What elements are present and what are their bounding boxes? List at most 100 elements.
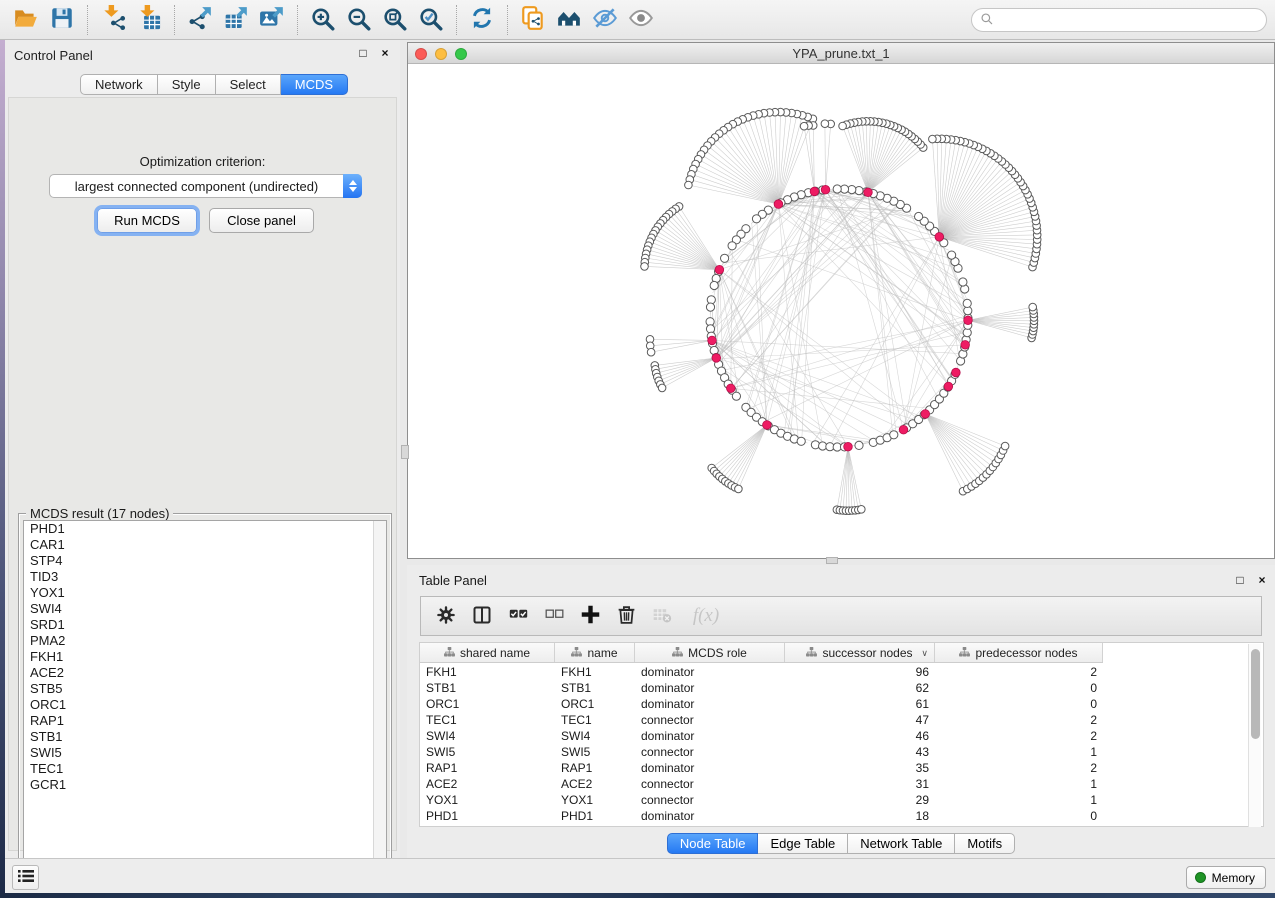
delete-row-button[interactable] <box>611 601 641 631</box>
search-field[interactable] <box>971 8 1267 32</box>
column-header-name[interactable]: name <box>555 643 635 662</box>
zoom-fit-button[interactable] <box>377 3 413 37</box>
memory-label: Memory <box>1212 871 1255 885</box>
table-row[interactable]: FKH1FKH1dominator962 <box>420 664 1263 680</box>
column-label: name <box>587 646 617 660</box>
mcds-result-item[interactable]: GCR1 <box>24 777 386 793</box>
table-row[interactable]: SWI5SWI5connector431 <box>420 744 1263 760</box>
table-panel-float-button[interactable]: □ <box>1233 573 1247 587</box>
open-file-button[interactable] <box>8 3 44 37</box>
column-header-shared-name[interactable]: shared name <box>420 643 555 662</box>
mcds-result-item[interactable]: SRD1 <box>24 617 386 633</box>
network-graph[interactable] <box>408 64 1274 558</box>
mcds-result-item[interactable]: FKH1 <box>24 649 386 665</box>
table-scrollbar[interactable] <box>1248 644 1261 827</box>
mcds-result-item[interactable]: PMA2 <box>24 633 386 649</box>
tab-node-table[interactable]: Node Table <box>667 833 759 854</box>
cell-MCDS-role: dominator <box>635 760 785 776</box>
hide-selected-button[interactable] <box>587 3 623 37</box>
cell-MCDS-role: connector <box>635 712 785 728</box>
table-scrollbar-thumb[interactable] <box>1251 649 1260 739</box>
table-row[interactable]: ORC1ORC1dominator610 <box>420 696 1263 712</box>
mcds-result-item[interactable]: STP4 <box>24 553 386 569</box>
mcds-result-item[interactable]: YOX1 <box>24 585 386 601</box>
select-all-button[interactable] <box>503 601 533 631</box>
save-session-button[interactable] <box>44 3 80 37</box>
select-stepper-icon <box>343 174 362 198</box>
mcds-result-item[interactable]: RAP1 <box>24 713 386 729</box>
mcds-result-item[interactable]: STB1 <box>24 729 386 745</box>
settings-gear-button[interactable] <box>431 601 461 631</box>
import-table-icon <box>136 5 162 34</box>
column-label: successor nodes <box>822 646 912 660</box>
save-session-icon <box>49 5 75 34</box>
horizontal-splitter-handle[interactable] <box>826 557 838 564</box>
mcds-result-item[interactable]: STB5 <box>24 681 386 697</box>
window-maximize-button[interactable] <box>455 48 467 60</box>
zoom-out-icon <box>346 5 372 34</box>
mcds-result-item[interactable]: TID3 <box>24 569 386 585</box>
mcds-result-item[interactable]: TEC1 <box>24 761 386 777</box>
table-row[interactable]: YOX1YOX1connector291 <box>420 792 1263 808</box>
mcds-list-scrollbar[interactable] <box>373 521 386 875</box>
mcds-result-item[interactable]: SWI5 <box>24 745 386 761</box>
tab-network[interactable]: Network <box>80 74 158 95</box>
mcds-result-item[interactable]: ACE2 <box>24 665 386 681</box>
show-all-button[interactable] <box>623 3 659 37</box>
hide-selected-icon <box>592 5 618 34</box>
mcds-result-item[interactable]: SWI4 <box>24 601 386 617</box>
panel-menu-button[interactable] <box>12 865 39 890</box>
window-minimize-button[interactable] <box>435 48 447 60</box>
export-table-button[interactable] <box>218 3 254 37</box>
close-panel-button[interactable]: Close panel <box>209 208 314 233</box>
network-canvas[interactable] <box>408 64 1274 558</box>
tab-mcds[interactable]: MCDS <box>281 74 348 95</box>
network-window-titlebar[interactable]: YPA_prune.txt_1 <box>408 43 1274 64</box>
mcds-result-item[interactable]: ORC1 <box>24 697 386 713</box>
clone-network-button[interactable] <box>515 3 551 37</box>
export-image-button[interactable] <box>254 3 290 37</box>
table-row[interactable]: TEC1TEC1connector472 <box>420 712 1263 728</box>
column-header-MCDS-role[interactable]: MCDS role <box>635 643 785 662</box>
refresh-view-button[interactable] <box>464 3 500 37</box>
table-row[interactable]: RAP1RAP1dominator352 <box>420 760 1263 776</box>
control-panel-float-button[interactable]: □ <box>356 46 370 60</box>
table-row[interactable]: SWI4SWI4dominator462 <box>420 728 1263 744</box>
vertical-splitter-handle[interactable] <box>401 445 409 459</box>
mcds-result-item[interactable]: PHD1 <box>24 521 386 537</box>
search-input[interactable] <box>999 13 1266 27</box>
attribute-icon <box>806 646 817 660</box>
table-panel-close-button[interactable]: × <box>1255 573 1269 587</box>
show-columns-button[interactable] <box>467 601 497 631</box>
window-traffic-lights <box>415 48 467 60</box>
tab-style[interactable]: Style <box>158 74 216 95</box>
mcds-result-list[interactable]: PHD1CAR1STP4TID3YOX1SWI4SRD1PMA2FKH1ACE2… <box>23 520 387 876</box>
cell-successor-nodes: 61 <box>785 696 935 712</box>
deselect-all-button[interactable] <box>539 601 569 631</box>
run-mcds-button[interactable]: Run MCDS <box>97 208 197 233</box>
window-close-button[interactable] <box>415 48 427 60</box>
first-neighbors-button[interactable] <box>551 3 587 37</box>
mcds-result-item[interactable]: CAR1 <box>24 537 386 553</box>
zoom-in-button[interactable] <box>305 3 341 37</box>
table-row[interactable]: PHD1PHD1dominator180 <box>420 808 1263 824</box>
tab-edge-table[interactable]: Edge Table <box>758 833 848 854</box>
tab-network-table[interactable]: Network Table <box>848 833 955 854</box>
table-row[interactable]: STB1STB1dominator620 <box>420 680 1263 696</box>
memory-button[interactable]: Memory <box>1186 866 1266 889</box>
import-network-button[interactable] <box>95 3 131 37</box>
table-row[interactable]: ACE2ACE2connector311 <box>420 776 1263 792</box>
import-table-button[interactable] <box>131 3 167 37</box>
column-header-predecessor-nodes[interactable]: predecessor nodes <box>935 643 1103 662</box>
tab-motifs[interactable]: Motifs <box>955 833 1015 854</box>
column-label: predecessor nodes <box>975 646 1077 660</box>
zoom-selected-button[interactable] <box>413 3 449 37</box>
zoom-out-button[interactable] <box>341 3 377 37</box>
export-network-button[interactable] <box>182 3 218 37</box>
control-panel-close-button[interactable]: × <box>378 46 392 60</box>
add-row-button[interactable] <box>575 601 605 631</box>
optimization-criterion-select[interactable]: largest connected component (undirected) <box>49 174 362 198</box>
tab-select[interactable]: Select <box>216 74 281 95</box>
status-bar: Memory <box>5 858 1275 893</box>
column-header-successor-nodes[interactable]: successor nodes∨ <box>785 643 935 662</box>
